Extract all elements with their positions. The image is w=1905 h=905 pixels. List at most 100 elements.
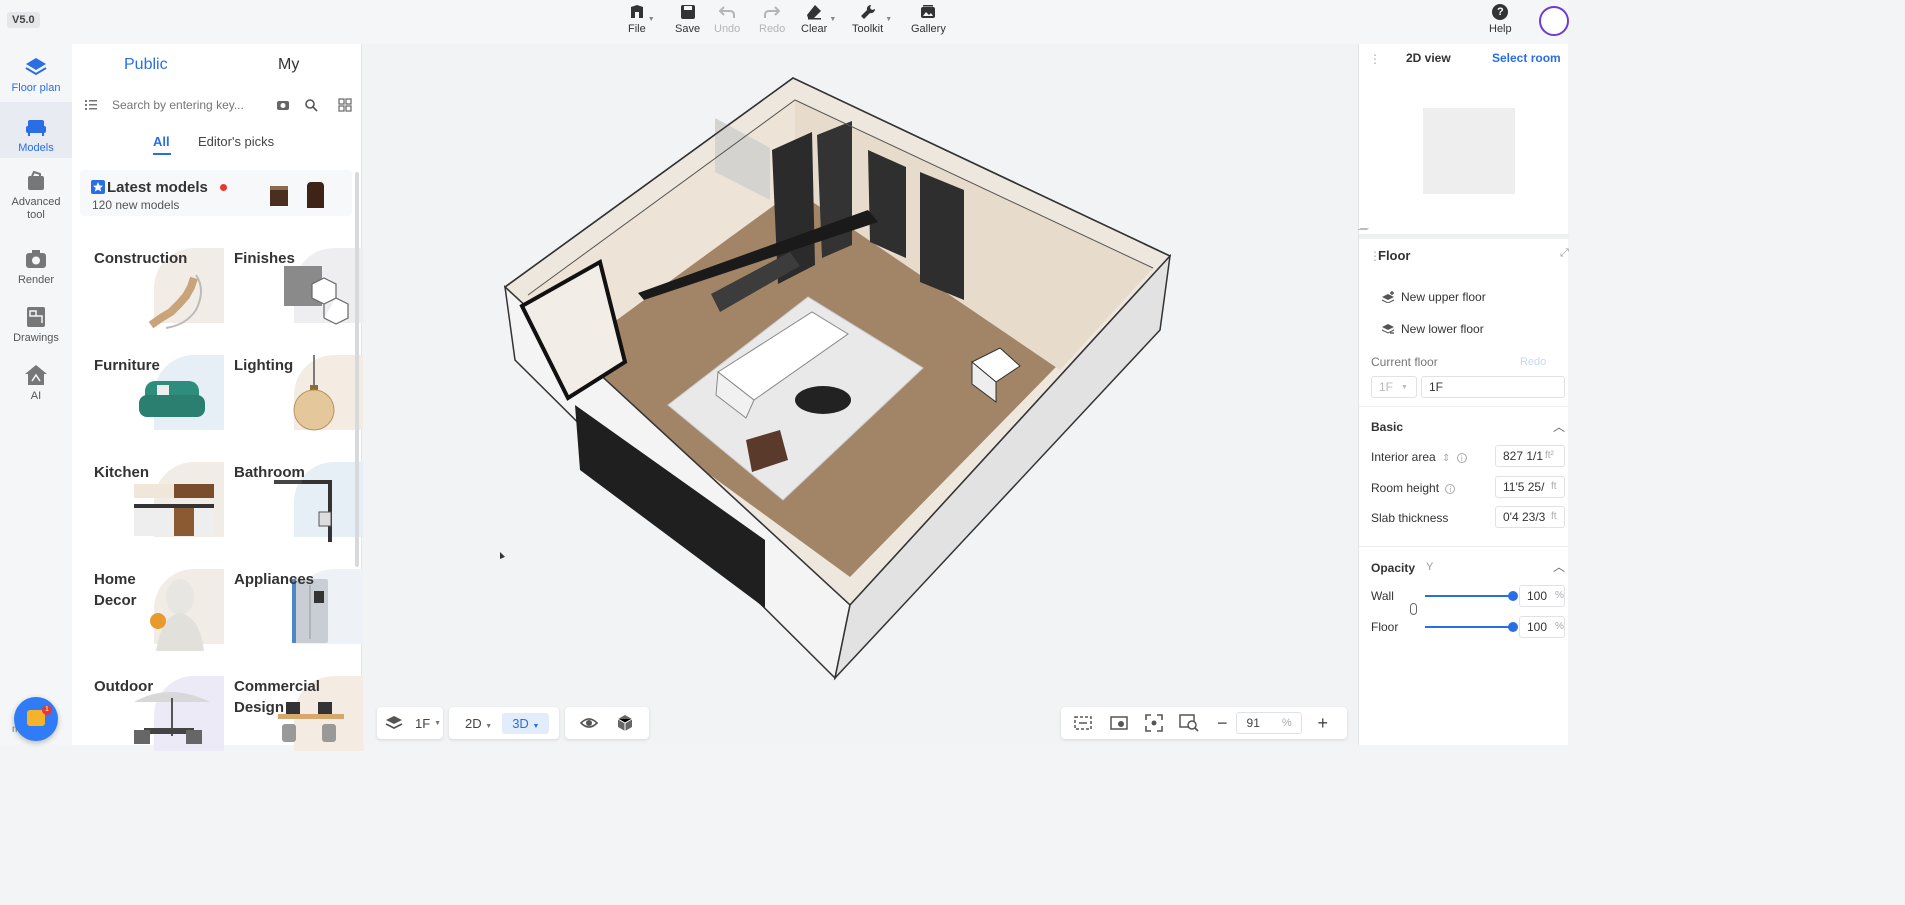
select-room-button[interactable]: Select room xyxy=(1492,51,1561,65)
floor-opacity-slider[interactable] xyxy=(1425,626,1513,628)
camera-search-icon[interactable] xyxy=(276,98,290,112)
chevron-up-icon[interactable]: ︿ xyxy=(1553,558,1565,575)
cube-icon[interactable] xyxy=(616,714,634,732)
resize-handle-icon[interactable] xyxy=(1357,220,1377,230)
left-rail: Floor plan Models Advanced tool Render D… xyxy=(0,44,72,745)
rail-models-label: Models xyxy=(18,142,54,154)
rail-ai[interactable]: AI xyxy=(0,364,72,403)
interior-area-label: Interior area ⇕ i xyxy=(1371,450,1467,464)
latest-models-count: 120 new models xyxy=(92,198,180,212)
wall-opacity-slider[interactable] xyxy=(1425,595,1513,597)
category-commercial-design[interactable]: Commercial Design xyxy=(234,676,364,776)
zoom-out-button[interactable]: − xyxy=(1217,713,1228,734)
chat-fab-button[interactable]: 1 xyxy=(14,697,58,741)
basic-section-title: Basic xyxy=(1371,420,1404,434)
latest-thumb-cabinet xyxy=(270,186,288,206)
info-icon[interactable]: i xyxy=(1456,453,1467,463)
wall-opacity-unit: % xyxy=(1555,590,1564,601)
subtab-all[interactable]: All xyxy=(153,134,170,149)
rail-models[interactable]: Models xyxy=(0,102,72,158)
view-3d-button[interactable]: 3D ▼ xyxy=(502,712,550,734)
version-badge: V5.0 xyxy=(7,12,40,28)
fit-width-icon[interactable] xyxy=(1073,715,1093,731)
category-home-decor[interactable]: Home Decor xyxy=(94,569,224,669)
search-input[interactable] xyxy=(112,98,262,112)
interior-area-input[interactable]: 827 1/1 xyxy=(1495,445,1565,467)
category-outdoor[interactable]: Outdoor xyxy=(94,676,224,776)
panel-scrollbar[interactable] xyxy=(355,172,359,567)
floor-section-title: Floor xyxy=(1378,248,1411,263)
category-appliances[interactable]: Appliances xyxy=(234,569,364,669)
zoom-in-button[interactable]: + xyxy=(1318,713,1329,734)
new-upper-floor-button[interactable]: New upper floor xyxy=(1381,290,1486,304)
star-badge-icon xyxy=(91,180,105,194)
zoom-field[interactable]: 91 % xyxy=(1235,712,1302,734)
redo-floor-button[interactable]: Redo xyxy=(1520,356,1546,368)
clear-button[interactable]: Clear ▼ xyxy=(801,4,836,35)
file-button[interactable]: File ▼ xyxy=(628,4,655,35)
tab-public[interactable]: Public xyxy=(124,56,168,74)
rail-advanced-tool-label: Advanced tool xyxy=(11,196,61,221)
rail-drawings[interactable]: Drawings xyxy=(0,306,72,345)
toolkit-button[interactable]: Toolkit ▼ xyxy=(852,4,892,35)
fit-screen-icon[interactable] xyxy=(1145,714,1163,732)
notification-badge: 1 xyxy=(42,705,52,715)
latest-models-card[interactable]: Latest models 120 new models xyxy=(80,170,352,216)
search-icon[interactable] xyxy=(304,98,318,112)
view-settings-icon[interactable] xyxy=(1109,715,1129,731)
help-button[interactable]: ? Help xyxy=(1489,4,1512,35)
opacity-y-label: Y xyxy=(1426,561,1434,573)
tab-my[interactable]: My xyxy=(278,56,299,74)
category-kitchen[interactable]: Kitchen xyxy=(94,462,224,562)
subtab-editors-picks[interactable]: Editor's picks xyxy=(198,134,274,149)
rail-render[interactable]: Render xyxy=(0,248,72,287)
floor-opacity-knob[interactable] xyxy=(1508,622,1518,632)
link-icon[interactable] xyxy=(1410,603,1417,615)
avatar[interactable] xyxy=(1539,6,1569,36)
floor-selector[interactable]: 1F ▼ xyxy=(377,707,443,739)
new-lower-floor-button[interactable]: New lower floor xyxy=(1381,322,1484,336)
minimap[interactable] xyxy=(1423,108,1515,194)
chevron-up-icon[interactable]: ︿ xyxy=(1553,418,1565,435)
gallery-button[interactable]: Gallery xyxy=(911,4,946,35)
view-2d-button[interactable]: 2D ▼ xyxy=(465,716,492,731)
zoom-area-icon[interactable] xyxy=(1179,714,1199,732)
category-construction[interactable]: Construction xyxy=(94,248,224,348)
eye-icon[interactable] xyxy=(580,716,598,730)
category-label: Construction xyxy=(94,250,188,267)
tab-2d-view[interactable]: 2D view xyxy=(1406,51,1451,65)
grid-view-icon[interactable] xyxy=(338,98,352,112)
viewport-3d[interactable]: 1F ▼ 2D ▼ 3D ▼ − 91 % + xyxy=(363,44,1358,745)
layers-icon xyxy=(385,716,403,730)
divider xyxy=(1359,546,1569,547)
category-lighting[interactable]: Lighting xyxy=(234,355,364,455)
search-row xyxy=(82,94,354,116)
room-3d-render[interactable] xyxy=(363,44,1358,745)
top-toolbar: V5.0 File ▼ Save Undo Redo Clear ▼ Toolk… xyxy=(0,0,1569,44)
current-floor-input[interactable]: 1F xyxy=(1421,376,1565,398)
floor-from-select[interactable]: 1F ▼ xyxy=(1371,376,1417,398)
help-icon: ? xyxy=(1492,4,1509,20)
info-icon[interactable]: i xyxy=(1445,484,1456,494)
kitchen-icon xyxy=(134,484,214,536)
zoom-unit: % xyxy=(1281,717,1292,729)
redo-label: Redo xyxy=(759,23,786,35)
undo-button[interactable]: Undo xyxy=(714,4,740,35)
category-bathroom[interactable]: Bathroom xyxy=(234,462,364,562)
category-furniture[interactable]: Furniture xyxy=(94,355,224,455)
redo-button[interactable]: Redo xyxy=(759,4,785,35)
rail-advanced-tool[interactable]: Advanced tool xyxy=(0,170,72,222)
gallery-label: Gallery xyxy=(911,23,946,35)
chevron-down-icon: ▼ xyxy=(829,16,837,23)
room-height-value: 11'5 25/ xyxy=(1503,480,1545,494)
expand-icon[interactable]: ⤢ xyxy=(1560,247,1569,260)
drag-handle-icon[interactable]: ⋮ xyxy=(1369,52,1381,66)
list-icon[interactable] xyxy=(84,98,98,112)
category-finishes[interactable]: Finishes xyxy=(234,248,364,348)
save-button[interactable]: Save xyxy=(675,4,700,35)
sort-icon[interactable]: ⇕ xyxy=(1442,453,1450,464)
category-label: Furniture xyxy=(94,357,160,374)
chevron-down-icon: ▼ xyxy=(885,16,893,23)
rail-floor-plan[interactable]: Floor plan xyxy=(0,56,72,95)
wall-opacity-knob[interactable] xyxy=(1508,591,1518,601)
